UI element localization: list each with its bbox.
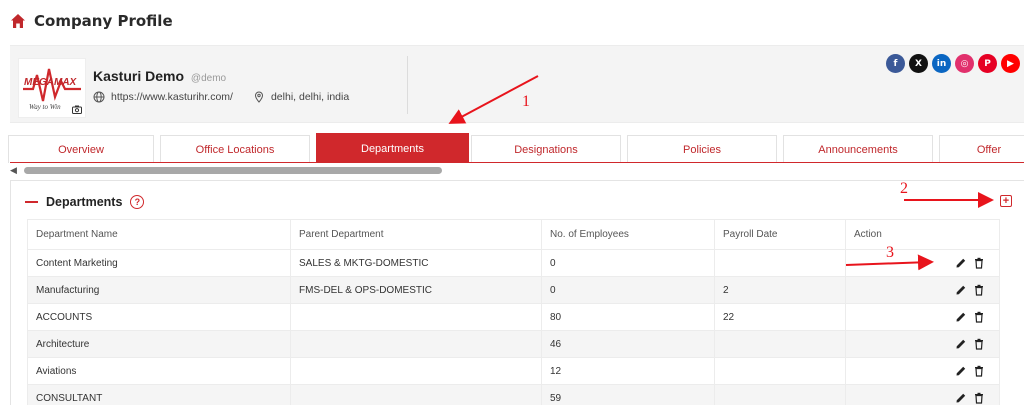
- annotation-label-1: 1: [522, 93, 530, 110]
- annotation-arrow-3: [845, 254, 934, 271]
- annotation-arrows: [448, 75, 994, 271]
- annotation-label-3: 3: [886, 244, 894, 261]
- annotation-label-2: 2: [900, 180, 908, 197]
